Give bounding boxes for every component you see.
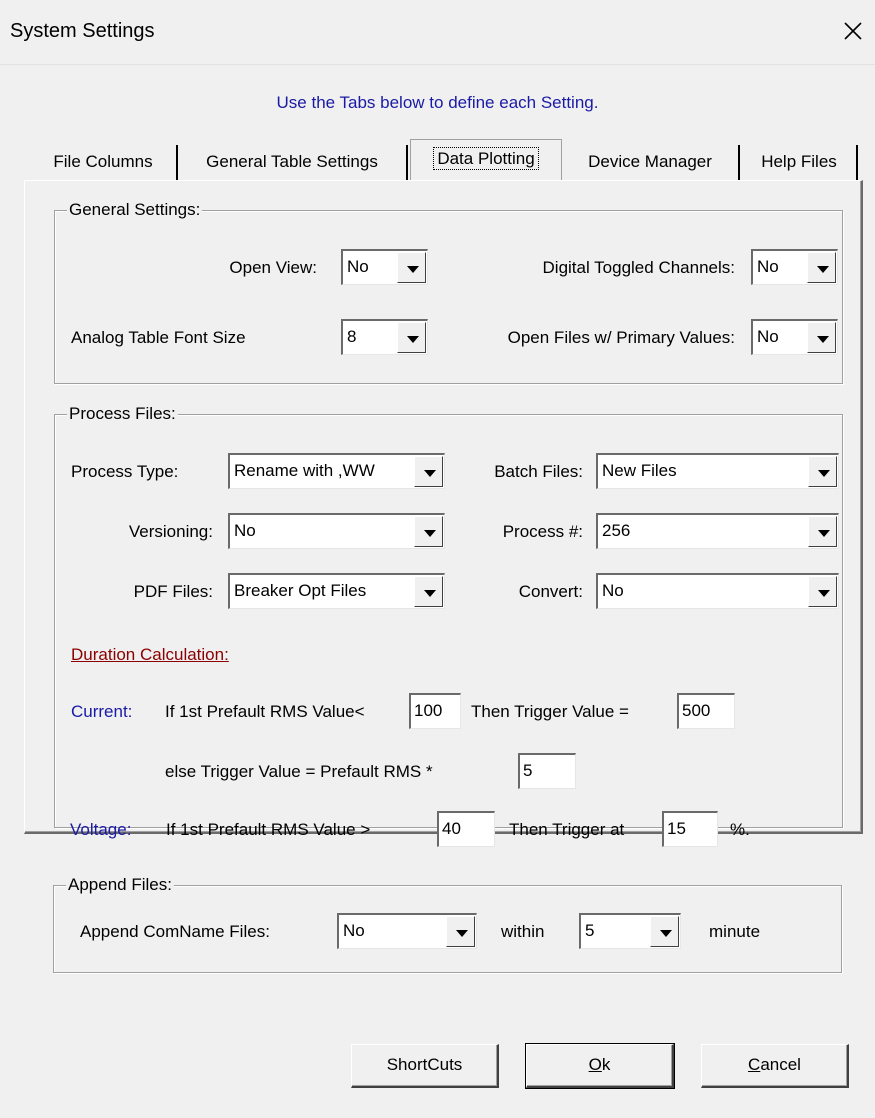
chevron-down-icon[interactable]	[808, 576, 837, 607]
current-then-text: Then Trigger Value =	[471, 702, 629, 721]
close-icon[interactable]	[838, 14, 868, 48]
combo-value: No	[347, 257, 369, 276]
tab-label: File Columns	[53, 152, 153, 171]
combo-value: New Files	[602, 461, 677, 480]
append-comname-label: Append ComName Files:	[80, 922, 270, 941]
font-size-label: Analog Table Font Size	[71, 328, 246, 347]
process-type-label: Process Type:	[71, 462, 179, 481]
voltage-then-text: Then Trigger at	[509, 820, 625, 839]
current-trigger-input[interactable]: 500	[677, 693, 735, 729]
versioning-select[interactable]: No	[228, 513, 445, 549]
cancel-button[interactable]: Cancel	[701, 1044, 849, 1088]
batch-files-select[interactable]: New Files	[596, 453, 839, 489]
shortcuts-button[interactable]: ShortCuts	[351, 1044, 499, 1088]
within-label: within	[501, 922, 545, 941]
chevron-down-icon[interactable]	[808, 516, 837, 547]
font-size-select[interactable]: 8	[341, 319, 428, 355]
chevron-down-icon[interactable]	[650, 916, 679, 947]
combo-value: No	[234, 521, 256, 540]
combo-value: 256	[602, 521, 631, 540]
process-number-label: Process #:	[502, 522, 583, 541]
voltage-if-text: If 1st Prefault RMS Value >	[166, 820, 371, 839]
chevron-down-icon[interactable]	[397, 252, 426, 283]
process-files-group: Process Files: Process Type: Rename with…	[54, 404, 843, 828]
tab-label: Device Manager	[588, 152, 712, 171]
pdf-files-select[interactable]: Breaker Opt Files	[228, 573, 445, 609]
tab-device-manager[interactable]: Device Manager	[562, 145, 740, 181]
general-settings-legend: General Settings:	[67, 200, 203, 220]
combo-value: No	[757, 327, 779, 346]
combo-value: No	[602, 581, 624, 600]
combo-value: Breaker Opt Files	[234, 581, 367, 600]
within-select[interactable]: 5	[579, 913, 681, 949]
convert-label: Convert:	[518, 582, 583, 601]
current-threshold-input[interactable]: 100	[409, 693, 461, 729]
digital-toggled-label: Digital Toggled Channels:	[542, 258, 735, 277]
chevron-down-icon[interactable]	[807, 252, 836, 283]
instructions-text: Use the Tabs below to define each Settin…	[276, 93, 599, 112]
percent-sign: %.	[730, 820, 750, 839]
combo-value: 8	[347, 327, 357, 346]
combo-value: No	[343, 921, 365, 940]
tab-general-table-settings[interactable]: General Table Settings	[178, 145, 408, 181]
minute-label: minute	[709, 922, 761, 941]
general-settings-group: General Settings: Open View: No Digital …	[54, 200, 843, 384]
chevron-down-icon[interactable]	[414, 516, 443, 547]
else-text: else Trigger Value = Prefault RMS *	[165, 762, 433, 781]
voltage-label-text: Voltage:	[70, 820, 132, 839]
current-if-text: If 1st Prefault RMS Value<	[165, 702, 365, 721]
tab-label: Data Plotting	[433, 147, 539, 170]
digital-toggled-select[interactable]: No	[751, 249, 838, 285]
versioning-label: Versioning:	[128, 522, 213, 541]
combo-value: No	[757, 257, 779, 276]
open-view-select[interactable]: No	[341, 249, 428, 285]
process-files-legend: Process Files:	[67, 404, 178, 424]
open-view-label: Open View:	[229, 258, 317, 277]
primary-values-label: Open Files w/ Primary Values:	[507, 328, 735, 347]
button-mnemonic: C	[748, 1055, 761, 1074]
tab-label: General Table Settings	[206, 152, 378, 171]
chevron-down-icon[interactable]	[807, 322, 836, 353]
else-multiplier-input[interactable]: 5	[518, 753, 576, 789]
title-bar: System Settings	[0, 0, 875, 65]
pdf-files-label: PDF Files:	[133, 582, 213, 601]
button-label: ShortCuts	[386, 1055, 463, 1074]
button-mnemonic: O	[588, 1055, 602, 1074]
tab-help-files[interactable]: Help Files	[742, 145, 858, 181]
process-number-select[interactable]: 256	[596, 513, 839, 549]
voltage-percent-input[interactable]: 15	[662, 811, 718, 847]
window-title: System Settings	[10, 20, 155, 42]
chevron-down-icon[interactable]	[414, 576, 443, 607]
primary-values-select[interactable]: No	[751, 319, 838, 355]
voltage-threshold-input[interactable]: 40	[437, 811, 495, 847]
chevron-down-icon[interactable]	[414, 456, 443, 487]
button-label: k	[601, 1055, 611, 1074]
convert-select[interactable]: No	[596, 573, 839, 609]
button-label: ancel	[760, 1055, 801, 1074]
batch-files-label: Batch Files:	[494, 462, 583, 481]
chevron-down-icon[interactable]	[397, 322, 426, 353]
combo-value: Rename with ,WW	[234, 461, 375, 480]
ok-button[interactable]: Ok	[525, 1043, 675, 1089]
combo-value: 5	[585, 921, 595, 940]
tab-file-columns[interactable]: File Columns	[30, 145, 178, 181]
append-files-legend: Append Files:	[66, 875, 174, 895]
append-files-group: Append Files: Append ComName Files: No w…	[53, 875, 842, 973]
tab-data-plotting[interactable]: Data Plotting	[410, 139, 562, 180]
append-comname-select[interactable]: No	[337, 913, 477, 949]
current-label: Current:	[71, 702, 133, 721]
tab-label: Help Files	[761, 152, 837, 171]
duration-calculation-heading: Duration Calculation:	[71, 645, 229, 664]
chevron-down-icon[interactable]	[808, 456, 837, 487]
data-plotting-pane: General Settings: Open View: No Digital …	[24, 180, 863, 834]
process-type-select[interactable]: Rename with ,WW	[228, 453, 445, 489]
chevron-down-icon[interactable]	[446, 916, 475, 947]
